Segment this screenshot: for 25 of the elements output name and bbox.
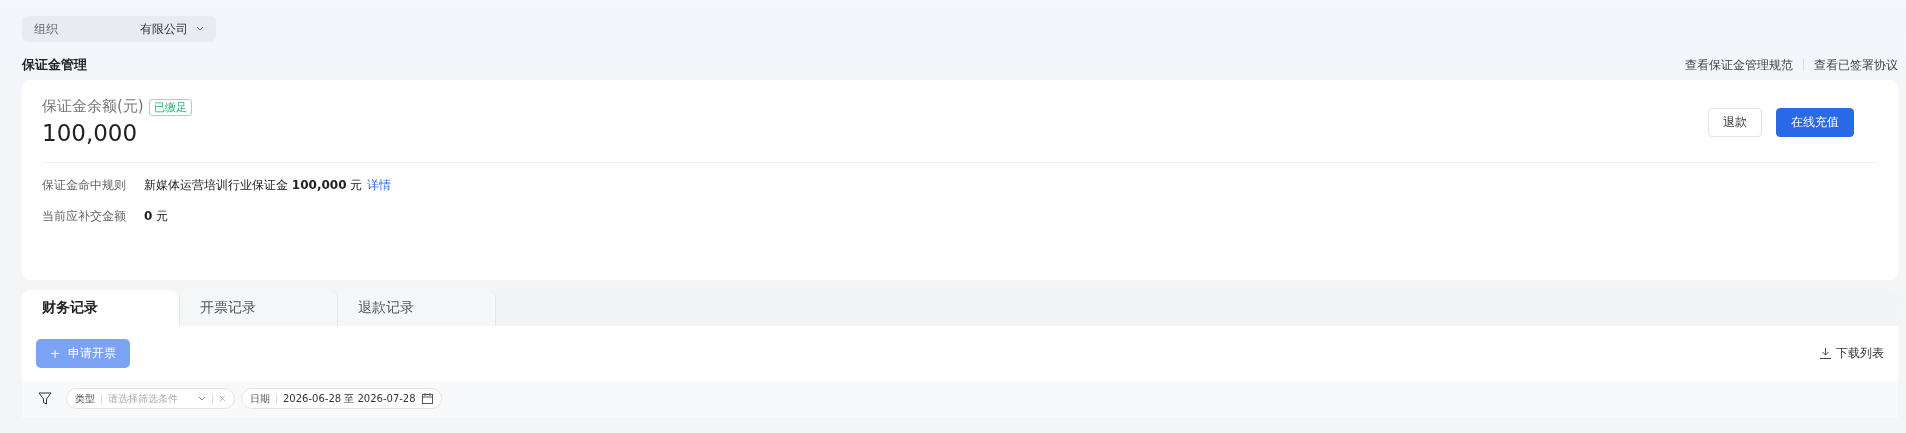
type-filter[interactable]: 类型 请选择筛选条件 xyxy=(66,388,235,409)
info-label: 保证金命中规则 xyxy=(42,177,127,194)
chevron-down-icon xyxy=(196,26,204,32)
header-link[interactable]: 查看保证金管理规范 xyxy=(1685,56,1793,74)
tab[interactable]: 财务记录 xyxy=(22,290,180,326)
page-title: 保证金管理 xyxy=(22,56,87,74)
organization-name: 有限公司 xyxy=(140,20,188,38)
refund-button[interactable]: 退款 xyxy=(1708,108,1762,137)
info-label: 当前应补交金额 xyxy=(42,208,127,225)
info-value: 新媒体运营培训行业保证金 100,000 元 xyxy=(144,177,363,194)
organization-label: 组织 xyxy=(34,20,58,38)
calendar-icon xyxy=(421,393,433,404)
status-badge: 已缴足 xyxy=(148,99,192,116)
info-value: 0 元 xyxy=(144,208,169,225)
balance-amount: 100,000 xyxy=(42,120,139,146)
header-link[interactable]: 查看已签署协议 xyxy=(1814,56,1898,74)
chevron-down-icon xyxy=(198,395,206,402)
download-link[interactable]: 下载列表 xyxy=(1820,345,1884,362)
organization-selector[interactable]: 组织 有限公司 xyxy=(22,16,216,42)
recharge-button[interactable]: 在线充值 xyxy=(1776,108,1854,137)
download-icon xyxy=(1820,348,1831,359)
filter-icon[interactable] xyxy=(38,391,52,406)
balance-label: 保证金余额(元) xyxy=(42,97,144,115)
details-link[interactable]: 详情 xyxy=(367,177,392,194)
date-filter[interactable]: 日期 2026-06-28 至 2026-07-28 xyxy=(241,388,442,409)
